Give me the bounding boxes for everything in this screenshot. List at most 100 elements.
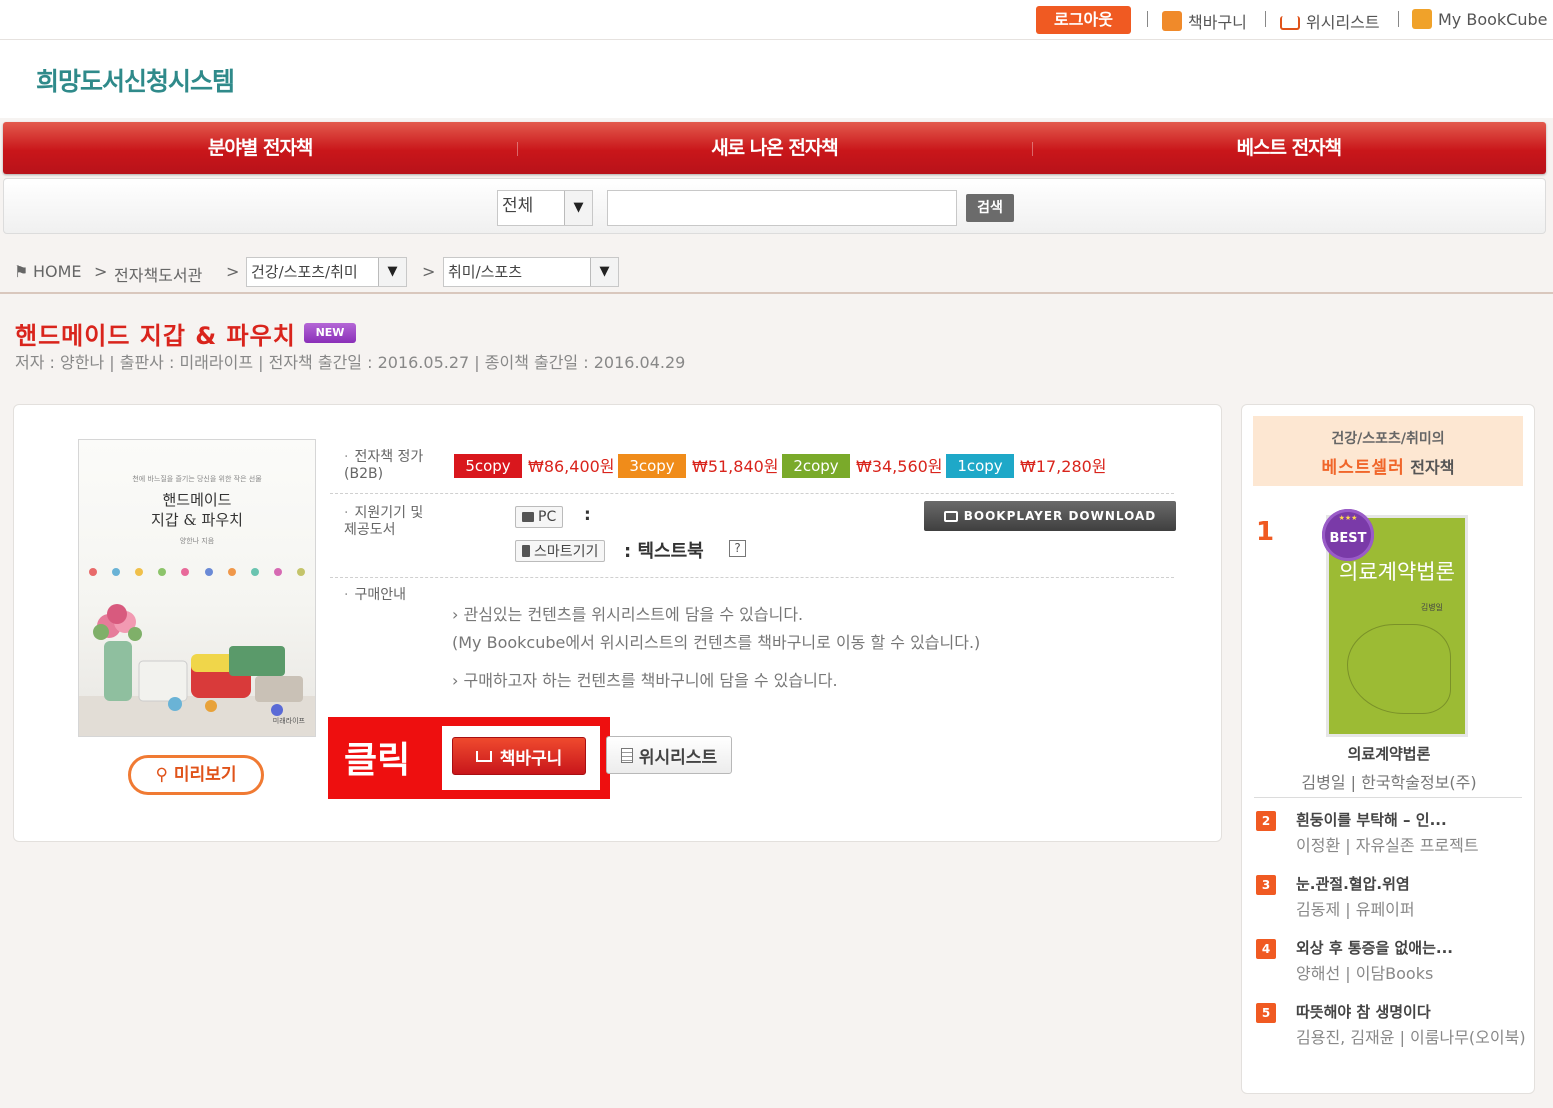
monitor-icon [522,512,534,522]
list-item-title[interactable]: 눈.관절.혈압.위염 [1296,873,1410,894]
cart-link-label: 책바구니 [1188,13,1247,32]
device-name: PC [538,509,557,525]
copy-badge: 1copy [946,454,1014,478]
best-badge: BEST [1322,509,1374,561]
divider [1265,11,1266,27]
device-value: : 텍스트북 [624,541,704,562]
site-header: 희망도서신청시스템 [0,40,1553,118]
cover-title-line: 지갑 & 파우치 [151,511,243,529]
mybookcube-link-label: My BookCube [1438,9,1548,29]
cover-publisher: 미래라이프 [272,717,305,725]
book-meta: 저자 : 양한나 | 출판사 : 미래라이프 | 전자책 출간일 : 2016.… [15,353,686,372]
search-icon: ⚲ [155,765,168,785]
device-value: : [584,505,591,525]
purchase-info-text: 구매하고자 하는 컨텐츠를 책바구니에 담을 수 있습니다. [463,671,838,690]
cube-icon [1412,9,1432,29]
tv-icon [943,510,958,522]
list-item-title[interactable]: 흰둥이를 부탁해 – 인... [1296,809,1447,830]
rank-badge: 5 [1256,1003,1276,1023]
cart-link[interactable]: 책바구니 [1162,9,1247,33]
divider [330,493,1174,494]
breadcrumb-separator: > [94,262,108,281]
bestseller-heading: 베스트셀러 전자책 [1253,453,1523,478]
price-value: ₩86,400원 [528,457,615,476]
add-to-cart-label: 책바구니 [499,748,563,769]
divider [0,292,1553,294]
chevron-down-icon[interactable]: ▼ [378,258,406,286]
book-cover[interactable]: 천에 바느질을 즐기는 당신을 위한 작은 선물 핸드메이드 지갑 & 파우치 … [78,439,316,737]
divider [1398,11,1399,27]
basket-icon [1162,11,1182,31]
rank-badge: 3 [1256,875,1276,895]
cover-title: 핸드메이드 지갑 & 파우치 [79,490,315,530]
help-icon[interactable]: ? [729,540,746,557]
search-bar: 전체 ▼ 검색 [3,178,1546,234]
chevron-down-icon[interactable]: ▼ [590,258,618,286]
device-name: 스마트기기 [534,544,599,560]
list-item-title[interactable]: 따뜻해야 참 생명이다 [1296,1001,1431,1022]
cover-decoration [89,568,305,578]
category-select-value: 건강/스포츠/취미 [251,263,358,281]
search-input[interactable] [607,190,957,226]
wishlist-link-label: 위시리스트 [1306,13,1380,32]
list-icon [620,747,633,763]
chevron-down-icon[interactable]: ▼ [564,191,592,225]
preview-button-label: 미리보기 [173,765,237,785]
cover-title-line: 핸드메이드 [162,491,232,509]
list-item-author: 김용진, 김재윤 | 이룸나무(오이북) [1296,1028,1526,1047]
add-to-cart-button[interactable]: 책바구니 [452,737,586,775]
divider [330,577,1174,578]
bestseller-suffix: 전자책 [1410,458,1455,477]
tab-new-ebooks[interactable]: 새로 나온 전자책 [517,122,1031,174]
search-category-value: 전체 [502,196,534,216]
bestseller-category: 건강/스포츠/취미의 [1331,431,1445,447]
add-to-wishlist-label: 위시리스트 [638,747,718,768]
bookplayer-download-button[interactable]: BOOKPLAYER DOWNLOAD [924,501,1176,531]
list-item-author: 양해선 | 이담Books [1296,964,1434,983]
top-utility-bar: 로그아웃 책바구니 위시리스트 My BookCube [0,0,1553,40]
subcategory-select-value: 취미/스포츠 [448,263,523,281]
logout-button[interactable]: 로그아웃 [1036,6,1131,34]
mybookcube-link[interactable]: My BookCube [1412,9,1548,29]
copy-badge: 2copy [782,454,850,478]
wishlist-link[interactable]: 위시리스트 [1280,9,1380,33]
tab-category-ebooks[interactable]: 분야별 전자책 [3,122,517,174]
breadcrumb-separator: > [422,262,436,281]
category-select[interactable]: 건강/스포츠/취미 ▼ [246,257,407,287]
phone-icon [522,545,530,557]
cart-icon [1280,16,1300,30]
cover-illustration [1347,624,1451,714]
device-tag-smart: 스마트기기 [515,540,606,562]
top-book-title[interactable]: 의료계약법론 [1242,743,1536,764]
subcategory-select[interactable]: 취미/스포츠 ▼ [443,257,619,287]
device-tag-pc: PC [515,506,564,528]
price-value: ₩17,280원 [1020,457,1107,476]
breadcrumb-home[interactable]: HOME [33,262,82,281]
breadcrumb-separator: > [226,262,240,281]
purchase-info-text: 관심있는 컨텐츠를 위시리스트에 담을 수 있습니다. [463,605,804,624]
breadcrumb-library[interactable]: 전자책도서관 [114,262,202,286]
bestseller-sidebar: 건강/스포츠/취미의 베스트셀러 전자책 1 의료계약법론 김병일 BEST 의… [1241,404,1535,1094]
price-value: ₩51,840원 [692,457,779,476]
device-label: 지원기기 및 제공도서 [344,505,423,539]
list-item-title[interactable]: 외상 후 통증을 없애는... [1296,937,1453,958]
price-label: 전자책 정가 (B2B) [344,449,423,483]
search-category-select[interactable]: 전체 ▼ [497,190,593,226]
click-annotation: 클릭 책바구니 [328,717,610,799]
purchase-info-line: (My Bookcube에서 위시리스트의 컨텐츠를 책바구니로 이동 할 수 … [452,633,981,652]
list-item-author: 이정환 | 자유실존 프로젝트 [1296,836,1479,855]
tab-best-ebooks[interactable]: 베스트 전자책 [1031,122,1546,174]
rank-badge: 4 [1256,939,1276,959]
purchase-info-line: › 구매하고자 하는 컨텐츠를 책바구니에 담을 수 있습니다. [452,671,838,690]
rank-number: 1 [1256,517,1275,547]
book-detail-panel: 천에 바느질을 즐기는 당신을 위한 작은 선물 핸드메이드 지갑 & 파우치 … [13,404,1222,842]
preview-button[interactable]: ⚲ 미리보기 [128,755,264,795]
cover-subtitle: 천에 바느질을 즐기는 당신을 위한 작은 선물 [132,475,262,483]
site-title[interactable]: 희망도서신청시스템 [36,62,235,98]
list-item-author: 김동제 | 유페이퍼 [1296,900,1415,919]
new-badge: NEW [304,323,356,343]
bestseller-header: 건강/스포츠/취미의 베스트셀러 전자책 [1253,416,1523,486]
add-to-wishlist-button[interactable]: 위시리스트 [606,736,732,774]
purchase-info-line: › 관심있는 컨텐츠를 위시리스트에 담을 수 있습니다. [452,605,804,624]
search-button[interactable]: 검색 [966,194,1014,222]
